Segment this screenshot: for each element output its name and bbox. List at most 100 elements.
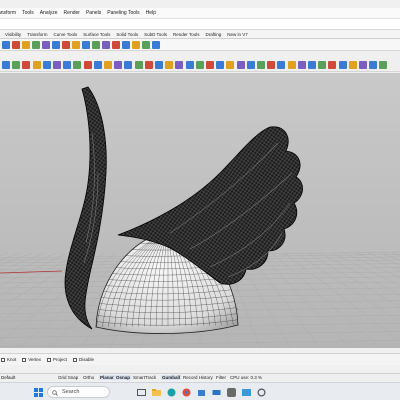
toolbar-command-icon[interactable] (122, 41, 130, 49)
toolbar-command-icon[interactable] (246, 61, 255, 69)
status-gumball[interactable]: Gumball (161, 375, 182, 380)
menu-tools[interactable]: Tools (22, 10, 34, 16)
current-layer[interactable]: Default (1, 375, 15, 380)
tab-new-in-v7[interactable]: New in V7 (224, 30, 251, 39)
toolbar-command-icon[interactable] (226, 61, 235, 69)
toolbar-command-icon[interactable] (348, 61, 357, 69)
toolbar-command-icon[interactable] (12, 61, 21, 69)
toolbar-command-icon[interactable] (112, 41, 120, 49)
status-record-history[interactable]: Record History (183, 375, 213, 380)
toolbar-command-icon[interactable] (62, 41, 70, 49)
toolbar-command-icon[interactable] (72, 41, 80, 49)
tab-visibility[interactable]: Visibility (2, 30, 24, 39)
command-area[interactable] (0, 18, 400, 30)
toolbar-command-icon[interactable] (93, 61, 102, 69)
store-icon[interactable] (196, 387, 206, 397)
toolbar-command-icon[interactable] (134, 61, 143, 69)
toolbar-command-icon[interactable] (216, 61, 225, 69)
status-smarttrack[interactable]: SmartTrack (133, 375, 156, 380)
mail-icon[interactable] (211, 387, 221, 397)
toolbar-command-icon[interactable] (359, 61, 367, 69)
tab-surface-tools[interactable]: Surface Tools (80, 30, 113, 39)
toolbar-command-icon[interactable] (2, 41, 10, 49)
osnap-project[interactable]: Project (47, 357, 67, 362)
settings-icon[interactable] (256, 387, 266, 397)
toolbar-command-icon[interactable] (32, 41, 40, 49)
tab-solid-tools[interactable]: Solid Tools (113, 30, 141, 39)
toolbar-command-icon[interactable] (32, 61, 41, 69)
toolbar-command-icon[interactable] (52, 41, 60, 49)
menu-analyze[interactable]: Analyze (40, 10, 58, 16)
toolbar-command-icon[interactable] (206, 61, 214, 69)
menu-paneling-tools[interactable]: Paneling Tools (107, 10, 139, 16)
status-ortho[interactable]: Ortho (83, 375, 94, 380)
photos-icon[interactable] (241, 387, 251, 397)
task-view-icon[interactable] (136, 387, 146, 397)
menu-render[interactable]: Render (64, 10, 80, 16)
osnap-disable[interactable]: Disable (73, 357, 94, 362)
toolbar-command-icon[interactable] (155, 61, 163, 69)
toolbar-command-icon[interactable] (195, 61, 204, 69)
tab-drafting[interactable]: Drafting (202, 30, 224, 39)
tab-transform[interactable]: Transform (24, 30, 50, 39)
checkbox[interactable] (22, 357, 27, 362)
toolbar-command-icon[interactable] (42, 41, 50, 49)
toolbar-command-icon[interactable] (92, 41, 100, 49)
menu-help[interactable]: Help (146, 10, 156, 16)
toolbar-command-icon[interactable] (114, 61, 123, 69)
toolbar-command-icon[interactable] (369, 61, 378, 69)
status-filter[interactable]: Filter (216, 375, 226, 380)
toolbar-command-icon[interactable] (142, 41, 150, 49)
toolbar-command-icon[interactable] (165, 61, 174, 69)
osnap-knot[interactable]: Knot (1, 357, 16, 362)
toolbar-command-icon[interactable] (175, 61, 184, 69)
tab-subd-tools[interactable]: SubD Tools (141, 30, 170, 39)
taskbar-search-box[interactable]: Search (47, 386, 110, 398)
toolbar-command-icon[interactable] (83, 61, 92, 69)
toolbar-command-icon[interactable] (73, 61, 82, 69)
menu-panels[interactable]: Panels (86, 10, 101, 16)
toolbar-command-icon[interactable] (132, 41, 140, 49)
tab-render-tools[interactable]: Render Tools (170, 30, 202, 39)
checkbox[interactable] (73, 357, 78, 362)
viewport-canvas[interactable] (0, 73, 400, 348)
toolbar-command-icon[interactable] (63, 61, 72, 69)
osnap-vertex[interactable]: Vertex (22, 357, 41, 362)
toolbar-command-icon[interactable] (22, 41, 30, 49)
status-osnap[interactable]: Osnap (115, 375, 132, 380)
toolbar-command-icon[interactable] (236, 61, 245, 69)
toolbar-command-icon[interactable] (144, 61, 153, 69)
windows-start-icon[interactable] (33, 387, 43, 397)
toolbar-command-icon[interactable] (104, 61, 112, 69)
toolbar-command-icon[interactable] (124, 61, 133, 69)
toolbar-command-icon[interactable] (287, 61, 296, 69)
toolbar-command-icon[interactable] (379, 61, 388, 69)
toolbar-command-icon[interactable] (277, 61, 286, 69)
toolbar-command-icon[interactable] (152, 41, 160, 49)
perspective-viewport[interactable] (0, 73, 400, 348)
checkbox[interactable] (47, 357, 52, 362)
tab-curve-tools[interactable]: Curve Tools (51, 30, 81, 39)
toolbar-command-icon[interactable] (318, 61, 327, 69)
toolbar-command-icon[interactable] (338, 61, 347, 69)
status-planar[interactable]: Planar (99, 375, 115, 380)
status-grid-snap[interactable]: Grid Snap (58, 375, 78, 380)
toolbar-command-icon[interactable] (2, 61, 10, 69)
file-explorer-icon[interactable] (151, 387, 161, 397)
toolbar-command-icon[interactable] (102, 41, 110, 49)
toolbar-command-icon[interactable] (308, 61, 316, 69)
toolbar-command-icon[interactable] (257, 61, 265, 69)
toolbar-command-icon[interactable] (53, 61, 61, 69)
toolbar-command-icon[interactable] (12, 41, 20, 49)
rhino-icon[interactable] (226, 387, 236, 397)
toolbar-command-icon[interactable] (185, 61, 194, 69)
menu-transform[interactable]: ansform (0, 10, 16, 16)
toolbar-command-icon[interactable] (42, 61, 51, 69)
edge-icon[interactable] (166, 387, 176, 397)
toolbar-command-icon[interactable] (82, 41, 90, 49)
chrome-icon[interactable] (181, 387, 191, 397)
toolbar-command-icon[interactable] (22, 61, 31, 69)
toolbar-command-icon[interactable] (328, 61, 337, 69)
left-wing-mesh[interactable] (64, 86, 107, 330)
toolbar-command-icon[interactable] (297, 61, 306, 69)
